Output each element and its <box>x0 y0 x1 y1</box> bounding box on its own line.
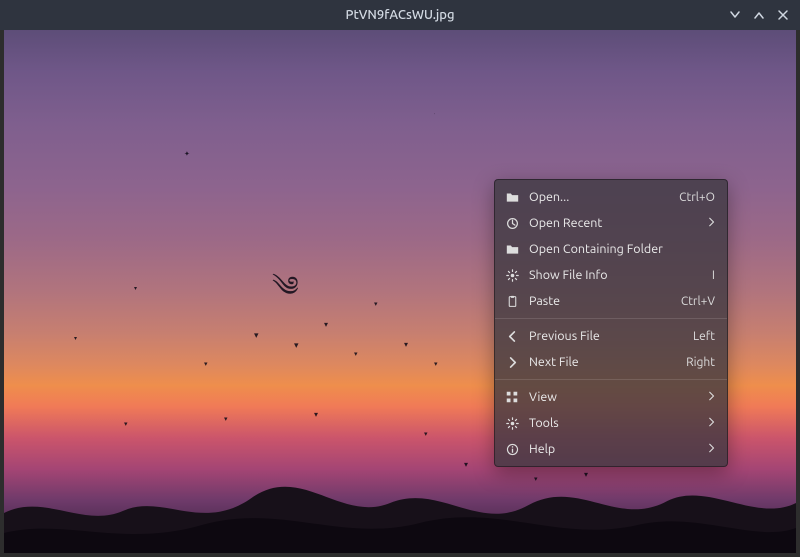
folder-icon <box>505 242 519 256</box>
menu-label: Help <box>529 442 699 456</box>
menu-accel: Ctrl+V <box>681 295 715 308</box>
menu-show-file-info[interactable]: Show File Info I <box>495 262 727 288</box>
gear-icon <box>505 268 519 282</box>
grid-icon <box>505 390 519 404</box>
window-title: PtVN9fACsWU.jpg <box>346 8 455 22</box>
bird-silhouette: ▾ <box>224 415 228 423</box>
menu-paste[interactable]: Paste Ctrl+V <box>495 288 727 314</box>
bird-silhouette: ༄ <box>272 255 299 334</box>
image-viewport[interactable]: ✦ ༄ ▾ ▾ ▾ ▾ ▾ ▾ ▾ ▾ ▾ ▾ · ▾ ▾ ▾ ▾ ▾ ▾ ▾ … <box>4 30 796 553</box>
menu-open-containing-folder[interactable]: Open Containing Folder <box>495 236 727 262</box>
chevron-right-icon <box>709 216 715 230</box>
menu-accel: Right <box>686 356 715 369</box>
bird-silhouette: ▾ <box>204 360 208 368</box>
menu-accel: Ctrl+O <box>679 191 715 204</box>
bird-silhouette: ▾ <box>134 285 137 292</box>
menu-label: Next File <box>529 355 676 369</box>
minimize-button[interactable] <box>726 6 744 24</box>
maximize-button[interactable] <box>750 6 768 24</box>
clock-icon <box>505 216 519 230</box>
menu-next-file[interactable]: Next File Right <box>495 349 727 375</box>
menu-label: Paste <box>529 294 671 308</box>
menu-previous-file[interactable]: Previous File Left <box>495 323 727 349</box>
bird-silhouette: · <box>434 110 435 116</box>
titlebar: PtVN9fACsWU.jpg <box>0 0 800 30</box>
bird-silhouette: ▾ <box>124 420 128 428</box>
menu-label: View <box>529 390 699 404</box>
bird-silhouette: ▾ <box>354 350 358 358</box>
chevron-right-icon <box>709 390 715 404</box>
bird-silhouette: ▾ <box>294 340 299 351</box>
menu-label: Open... <box>529 190 669 204</box>
close-button[interactable] <box>774 6 792 24</box>
menu-help[interactable]: Help <box>495 436 727 462</box>
window-controls <box>726 0 792 30</box>
bird-silhouette: ▾ <box>404 340 408 349</box>
bird-silhouette: ▾ <box>254 330 259 341</box>
menu-accel: Left <box>693 330 715 343</box>
chevron-left-icon <box>505 329 519 343</box>
bird-silhouette: ✦ <box>184 150 190 158</box>
menu-separator <box>495 318 727 319</box>
menu-tools[interactable]: Tools <box>495 410 727 436</box>
menu-accel: I <box>712 269 715 282</box>
bird-silhouette: ▾ <box>324 320 328 329</box>
info-icon <box>505 442 519 456</box>
context-menu: Open... Ctrl+O Open Recent Open Containi… <box>494 179 728 467</box>
bird-silhouette: ▾ <box>374 300 378 308</box>
chevron-right-icon <box>505 355 519 369</box>
menu-label: Tools <box>529 416 699 430</box>
gear-icon <box>505 416 519 430</box>
menu-open[interactable]: Open... Ctrl+O <box>495 184 727 210</box>
chevron-right-icon <box>709 442 715 456</box>
clipboard-icon <box>505 294 519 308</box>
menu-view[interactable]: View <box>495 384 727 410</box>
menu-separator <box>495 379 727 380</box>
menu-label: Open Containing Folder <box>529 242 715 256</box>
menu-open-recent[interactable]: Open Recent <box>495 210 727 236</box>
menu-label: Show File Info <box>529 268 702 282</box>
folder-icon <box>505 190 519 204</box>
bird-silhouette: ▾ <box>434 360 438 368</box>
chevron-right-icon <box>709 416 715 430</box>
bird-silhouette: ▾ <box>314 410 318 419</box>
menu-label: Open Recent <box>529 216 699 230</box>
bird-silhouette: ▾ <box>74 335 77 342</box>
menu-label: Previous File <box>529 329 683 343</box>
